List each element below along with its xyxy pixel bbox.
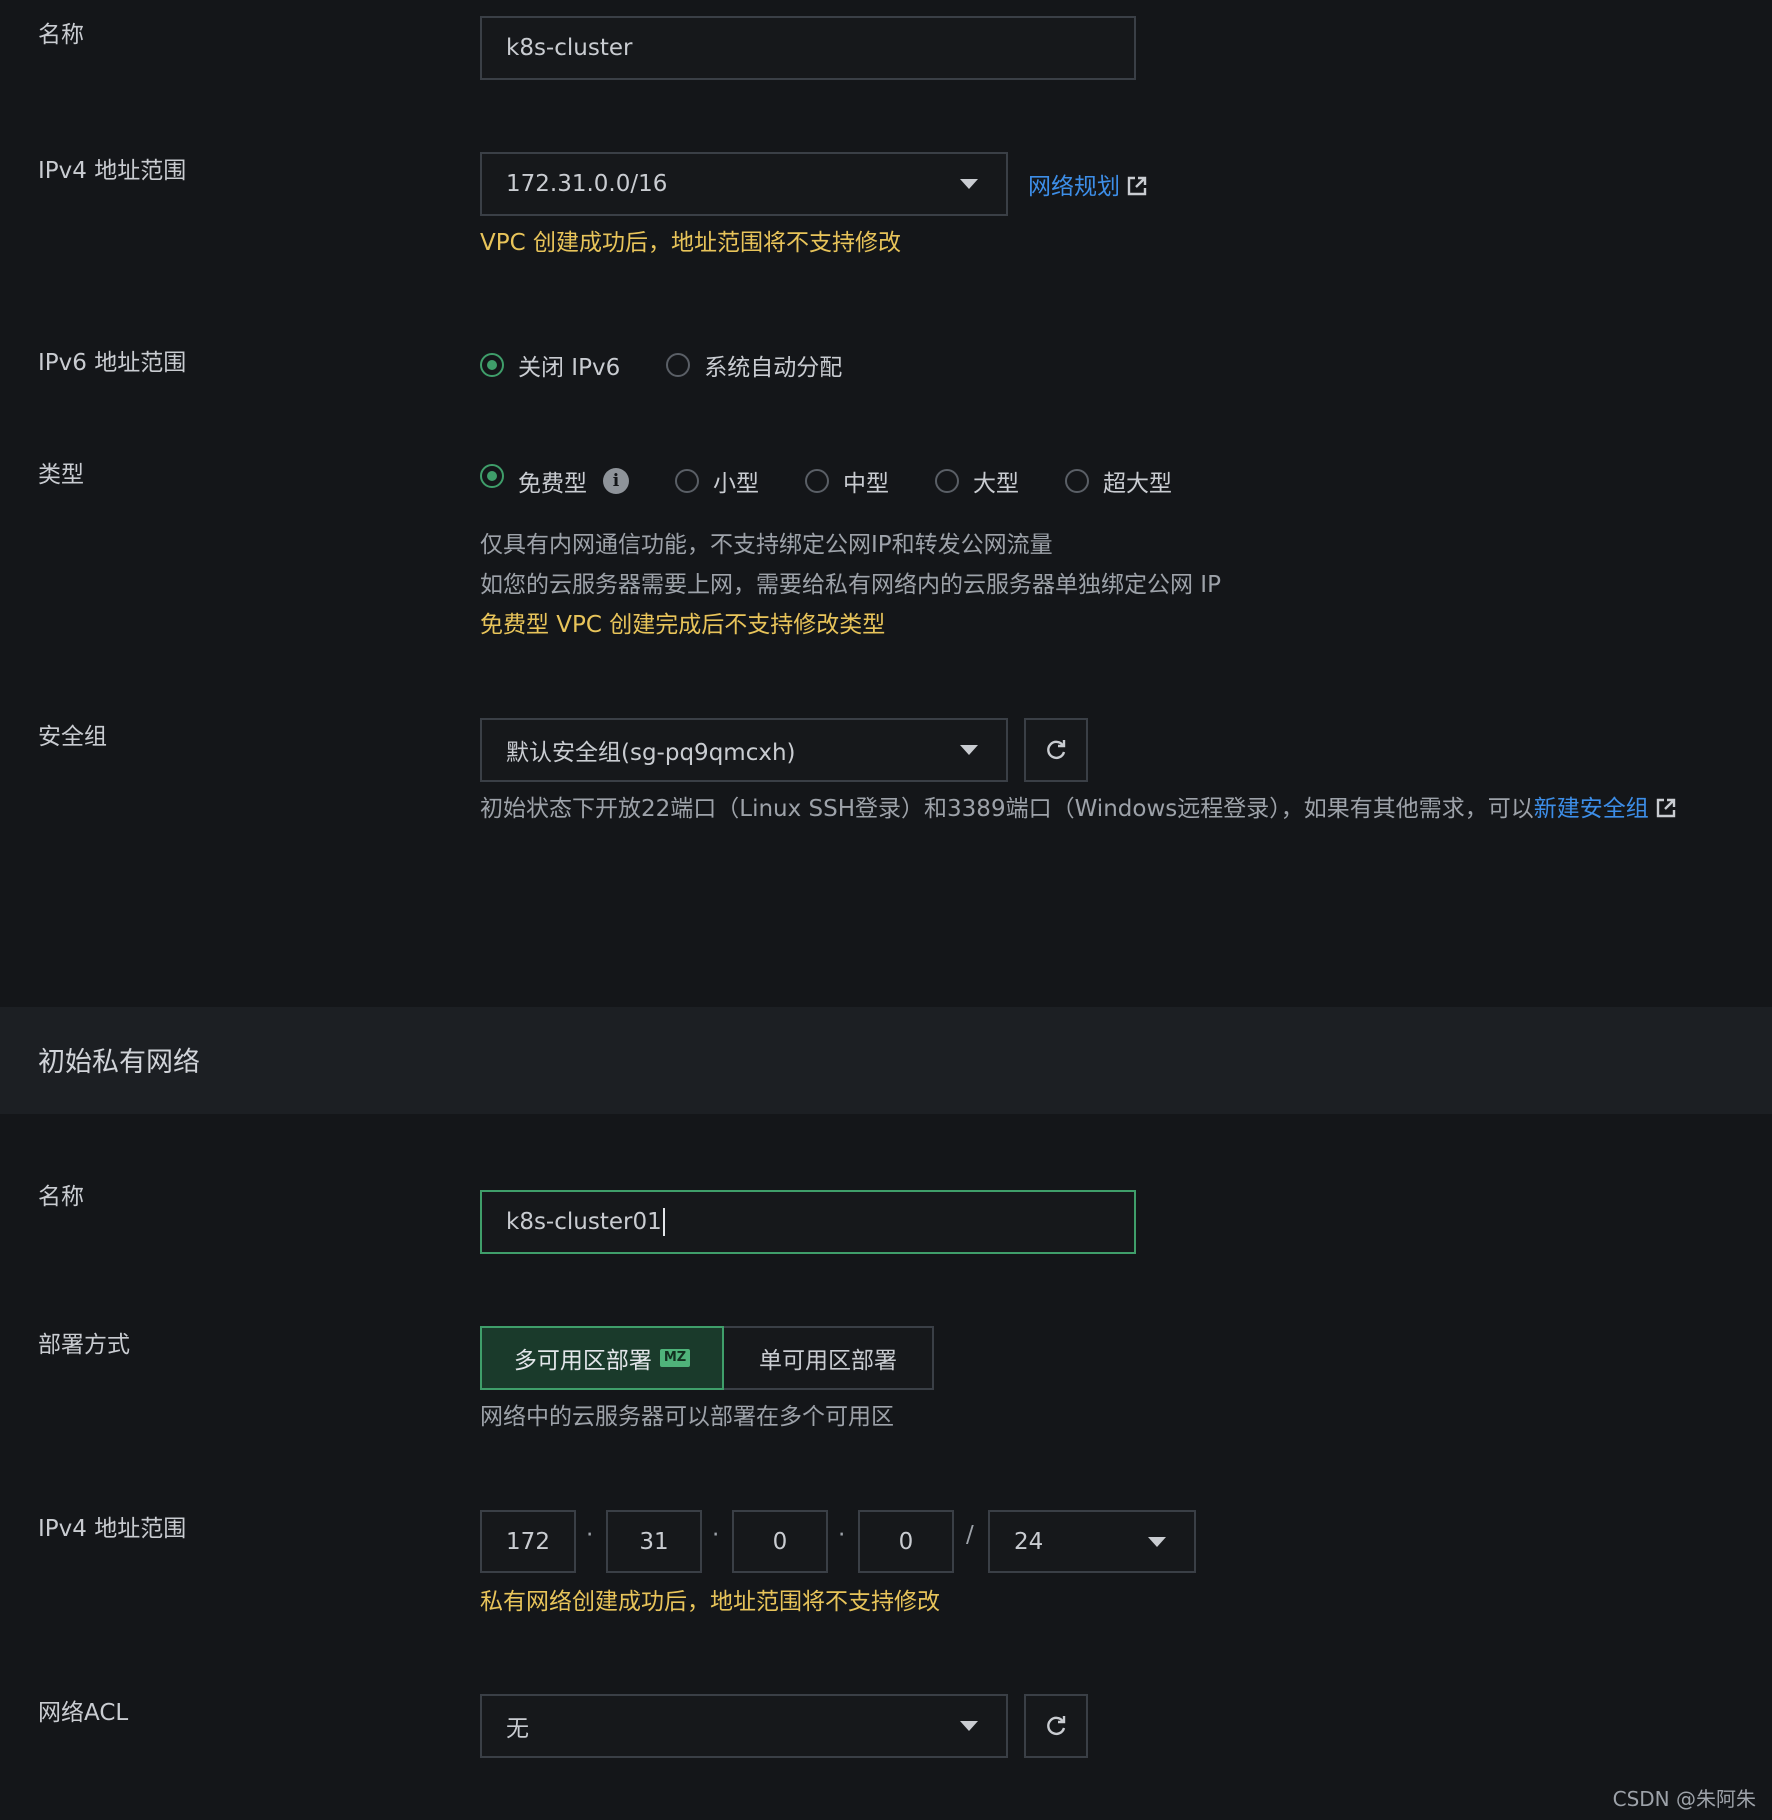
- chevron-down-icon: [960, 745, 978, 755]
- info-icon[interactable]: i: [603, 468, 629, 494]
- ipv4-octet-1[interactable]: 172: [480, 1510, 576, 1573]
- chevron-down-icon: [960, 1721, 978, 1731]
- type-radio-small-label[interactable]: 小型: [713, 464, 759, 498]
- type-radio-xlarge[interactable]: [1065, 469, 1089, 493]
- mz-badge: MZ: [659, 1349, 691, 1367]
- type-warning: 免费型 VPC 创建完成后不支持修改类型: [480, 612, 886, 638]
- type-radio-large-label[interactable]: 大型: [973, 464, 1019, 498]
- security-group-select[interactable]: 默认安全组(sg-pq9qmcxh): [480, 718, 1008, 782]
- vpc-name-input[interactable]: k8s-cluster: [480, 16, 1136, 80]
- type-radio-small[interactable]: [675, 469, 699, 493]
- single-az-button[interactable]: 单可用区部署: [724, 1326, 934, 1390]
- ipv4-octet-2[interactable]: 31: [606, 1510, 702, 1573]
- external-link-icon: [1127, 176, 1147, 196]
- security-group-description-text: 初始状态下开放22端口（Linux SSH登录）和3389端口（Windows远…: [480, 796, 1534, 822]
- ipv4-octet-3[interactable]: 0: [732, 1510, 828, 1573]
- security-group-label: 安全组: [38, 724, 107, 750]
- type-radio-medium-label[interactable]: 中型: [843, 464, 889, 498]
- vpc-ipv4-warning: VPC 创建成功后，地址范围将不支持修改: [480, 230, 901, 256]
- subnet-name-input[interactable]: k8s-cluster01: [480, 1190, 1136, 1254]
- ipv6-radio-off-label[interactable]: 关闭 IPv6: [518, 348, 620, 382]
- ipv6-radio-off[interactable]: [480, 353, 504, 377]
- refresh-icon: [1047, 740, 1066, 759]
- chevron-down-icon: [960, 179, 978, 189]
- network-planning-label: 网络规划: [1028, 174, 1120, 200]
- subnet-ipv4-label: IPv4 地址范围: [38, 1516, 187, 1542]
- watermark: CSDN @朱阿朱: [1612, 1787, 1756, 1811]
- mask-separator: /: [966, 1522, 974, 1548]
- vpc-type-label: 类型: [38, 462, 84, 488]
- type-radio-medium[interactable]: [805, 469, 829, 493]
- new-security-group-label: 新建安全组: [1533, 796, 1649, 822]
- type-description-1: 仅具有内网通信功能，不支持绑定公网IP和转发公网流量: [480, 532, 1053, 558]
- type-radio-group: 免费型 i 小型 中型 大型 超大型: [480, 463, 1218, 499]
- acl-select[interactable]: 无: [480, 1694, 1008, 1758]
- ipv6-radio-auto-label[interactable]: 系统自动分配: [704, 348, 842, 382]
- vpc-ipv4-label: IPv4 地址范围: [38, 158, 187, 184]
- single-az-label: 单可用区部署: [759, 1348, 897, 1374]
- subnet-name-label: 名称: [38, 1184, 84, 1210]
- refresh-security-group-button[interactable]: [1024, 718, 1088, 782]
- type-radio-large[interactable]: [935, 469, 959, 493]
- type-radio-free-label[interactable]: 免费型: [518, 464, 587, 498]
- octet-separator: ·: [712, 1522, 720, 1548]
- vpc-name-label: 名称: [38, 22, 84, 48]
- octet-separator: ·: [586, 1522, 594, 1548]
- vpc-ipv4-value: 172.31.0.0/16: [506, 171, 668, 197]
- acl-label: 网络ACL: [38, 1700, 129, 1726]
- type-radio-xlarge-label[interactable]: 超大型: [1103, 464, 1172, 498]
- deploy-mode-toggle: 多可用区部署 MZ 单可用区部署: [480, 1326, 934, 1390]
- acl-value: 无: [506, 1716, 529, 1742]
- multi-az-label: 多可用区部署: [513, 1348, 652, 1374]
- vpc-ipv6-label: IPv6 地址范围: [38, 350, 187, 376]
- subnet-name-value: k8s-cluster01: [506, 1209, 662, 1235]
- security-group-value: 默认安全组(sg-pq9qmcxh): [506, 740, 796, 766]
- subnet-section-title: 初始私有网络: [38, 1047, 200, 1078]
- deploy-mode-description: 网络中的云服务器可以部署在多个可用区: [480, 1404, 894, 1430]
- subnet-ipv4-warning: 私有网络创建成功后，地址范围将不支持修改: [480, 1589, 940, 1615]
- vpc-name-value: k8s-cluster: [506, 35, 633, 61]
- vpc-ipv4-select[interactable]: 172.31.0.0/16: [480, 152, 1008, 216]
- network-planning-link[interactable]: 网络规划: [1028, 170, 1148, 204]
- subnet-mask-value: 24: [1014, 1528, 1044, 1555]
- text-cursor: [662, 1208, 665, 1236]
- ipv6-radio-auto[interactable]: [666, 353, 691, 377]
- refresh-acl-button[interactable]: [1024, 1694, 1088, 1758]
- external-link-icon: [1656, 798, 1675, 818]
- security-group-description: 初始状态下开放22端口（Linux SSH登录）和3389端口（Windows远…: [480, 792, 1677, 826]
- subnet-mask-select[interactable]: 24: [988, 1510, 1196, 1573]
- ipv4-octet-4[interactable]: 0: [858, 1510, 954, 1573]
- ipv6-radio-group: 关闭 IPv6 系统自动分配: [480, 347, 888, 383]
- octet-separator: ·: [838, 1522, 846, 1548]
- deploy-mode-label: 部署方式: [38, 1332, 130, 1358]
- new-security-group-link[interactable]: 新建安全组: [1534, 796, 1677, 822]
- multi-az-button[interactable]: 多可用区部署 MZ: [480, 1326, 724, 1390]
- chevron-down-icon: [1148, 1536, 1166, 1547]
- subnet-section-header: [0, 1007, 1772, 1114]
- refresh-icon: [1047, 1716, 1066, 1735]
- type-description-2: 如您的云服务器需要上网，需要给私有网络内的云服务器单独绑定公网 IP: [480, 572, 1221, 598]
- type-radio-free[interactable]: [480, 464, 504, 488]
